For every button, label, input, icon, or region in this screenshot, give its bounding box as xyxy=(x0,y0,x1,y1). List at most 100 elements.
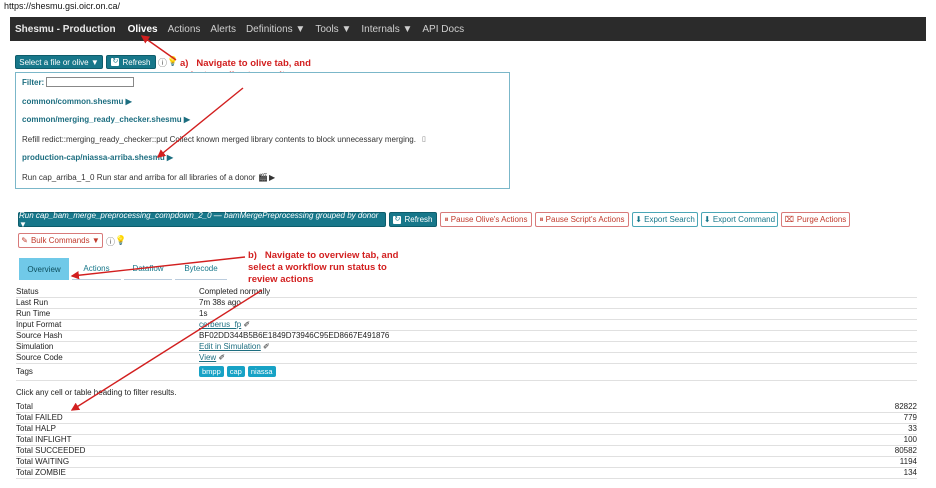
row-key: Source Code xyxy=(16,353,63,362)
stats-row[interactable]: Total 82822 xyxy=(16,402,917,413)
clapper-icon[interactable]: 🎬 xyxy=(258,173,268,182)
nav-actions[interactable]: Actions xyxy=(168,24,201,35)
doc-icon[interactable]: ▯ xyxy=(422,135,426,143)
table-row: Input Format cerberus_fp ✐ xyxy=(16,320,917,331)
bulk-commands-button[interactable]: ✎ Bulk Commands ▼ xyxy=(18,233,103,248)
row-value: 1s xyxy=(199,309,208,318)
olive-file-niassa-arriba[interactable]: production-cap/niassa-arriba.shesmu ▶ xyxy=(22,153,173,162)
olive-list-panel: Filter: common/common.shesmu ▶ common/me… xyxy=(15,72,510,189)
table-row: Last Run 7m 38s ago xyxy=(16,298,917,309)
olive-refill-entry[interactable]: Refill redict::merging_ready_checker::pu… xyxy=(22,135,416,144)
stats-count[interactable]: 80582 xyxy=(895,446,917,455)
stats-key[interactable]: Total FAILED xyxy=(16,413,63,422)
stats-key[interactable]: Total INFLIGHT xyxy=(16,435,72,444)
table-row: Source Hash BF02DD344B5B6E1849D73946C95E… xyxy=(16,331,917,342)
tag-badge[interactable]: bmpp xyxy=(199,366,224,377)
row-key: Run Time xyxy=(16,309,51,318)
olive-file-merging-ready-checker[interactable]: common/merging_ready_checker.shesmu ▶ xyxy=(22,115,190,124)
stats-count[interactable]: 100 xyxy=(904,435,917,444)
pencil-icon: ✎ xyxy=(21,236,28,245)
table-row: Run Time 1s xyxy=(16,309,917,320)
nav-tools[interactable]: Tools ▼ xyxy=(315,24,351,35)
row-key: Status xyxy=(16,287,39,296)
run-select-button[interactable]: Run cap_bam_merge_preprocessing_compdown… xyxy=(18,211,386,229)
info-icon[interactable]: ⓘ xyxy=(158,56,167,69)
bulb-icon-2[interactable]: 💡 xyxy=(115,235,126,246)
olive-run-arriba[interactable]: Run cap_arriba_1_0 Run star and arriba f… xyxy=(22,173,255,182)
table-row: Source Code View ✐ xyxy=(16,353,917,364)
top-navbar: Shesmu - Production Olives Actions Alert… xyxy=(10,17,926,41)
row-value: 7m 38s ago xyxy=(199,298,241,307)
table-row: Status Completed normally xyxy=(16,287,917,298)
row-value: BF02DD344B5B6E1849D73946C95ED8667E491876 xyxy=(199,331,390,340)
purge-actions-button[interactable]: ⌧ Purge Actions xyxy=(781,212,850,227)
brand-title[interactable]: Shesmu - Production xyxy=(15,24,116,35)
stats-key[interactable]: Total ZOMBIE xyxy=(16,468,66,477)
tag-badge[interactable]: cap xyxy=(226,366,245,377)
table-row: Simulation Edit in Simulation ✐ xyxy=(16,342,917,353)
stats-row[interactable]: Total FAILED 779 xyxy=(16,413,917,424)
bulb-icon[interactable]: 💡 xyxy=(167,56,178,67)
table-row: Tags bmpp cap niassa xyxy=(16,364,917,381)
export-search-button[interactable]: ⬇ Export Search xyxy=(632,212,698,227)
edit-icon[interactable]: ✐ xyxy=(263,342,270,351)
stats-count[interactable]: 1194 xyxy=(900,457,917,466)
row-key: Input Format xyxy=(16,320,62,329)
stats-row[interactable]: Total SUCCEEDED 80582 xyxy=(16,446,917,457)
edit-icon[interactable]: ✐ xyxy=(218,353,225,362)
tags-list: bmpp cap niassa xyxy=(199,366,279,377)
stats-key[interactable]: Total SUCCEEDED xyxy=(16,446,85,455)
stats-count[interactable]: 82822 xyxy=(895,402,917,411)
refresh-label: Refresh xyxy=(404,215,433,224)
olive-select-button[interactable]: Select a file or olive ▼ xyxy=(15,55,103,69)
nav-alerts[interactable]: Alerts xyxy=(210,24,236,35)
row-value: Completed normally xyxy=(199,287,271,296)
refresh-icon: ↻ xyxy=(111,58,120,66)
filter-input[interactable] xyxy=(46,77,134,87)
stats-row[interactable]: Total ZOMBIE 134 xyxy=(16,468,917,479)
pause-olive-button[interactable]: ⏸ Pause Olive's Actions xyxy=(440,212,532,227)
refresh-icon: ↻ xyxy=(393,215,402,224)
row-key: Simulation xyxy=(16,342,54,351)
tab-overview[interactable]: Overview xyxy=(19,258,69,280)
tab-actions[interactable]: Actions xyxy=(72,258,121,280)
info-icon-2[interactable]: ⓘ xyxy=(106,235,115,248)
refresh-button[interactable]: ↻ Refresh xyxy=(106,55,156,69)
simulation-link[interactable]: Edit in Simulation xyxy=(199,342,261,351)
stats-count[interactable]: 779 xyxy=(904,413,917,422)
stats-count[interactable]: 33 xyxy=(908,424,917,433)
input-format-link[interactable]: cerberus_fp xyxy=(199,320,241,329)
stats-key[interactable]: Total xyxy=(16,402,33,411)
row-key: Tags xyxy=(16,367,33,376)
tab-bytecode[interactable]: Bytecode xyxy=(175,258,227,280)
olive-file-common[interactable]: common/common.shesmu ▶ xyxy=(22,97,132,106)
url-text: https://shesmu.gsi.oicr.on.ca/ xyxy=(4,1,121,11)
stats-count[interactable]: 134 xyxy=(904,468,917,477)
nav-api-docs[interactable]: API Docs xyxy=(422,24,464,35)
purge-icon: ⌧ xyxy=(784,215,794,224)
tab-dataflow[interactable]: Dataflow xyxy=(124,258,172,280)
annotation-b: b) Navigate to overview tab, and select … xyxy=(248,250,399,285)
play-icon[interactable]: ▶ xyxy=(269,173,275,182)
row-key: Last Run xyxy=(16,298,49,307)
nav-definitions[interactable]: Definitions ▼ xyxy=(246,24,305,35)
bulk-label: Bulk Commands ▼ xyxy=(30,236,100,245)
filter-label: Filter: xyxy=(22,78,45,87)
nav-olives[interactable]: Olives xyxy=(128,24,158,35)
stats-row[interactable]: Total WAITING 1194 xyxy=(16,457,917,468)
source-code-link[interactable]: View xyxy=(199,353,216,362)
purge-label: Purge Actions xyxy=(796,215,847,224)
tag-badge[interactable]: niassa xyxy=(247,366,276,377)
refresh-label: Refresh xyxy=(122,57,151,67)
row-key: Source Hash xyxy=(16,331,63,340)
nav-internals[interactable]: Internals ▼ xyxy=(361,24,412,35)
stats-key[interactable]: Total WAITING xyxy=(16,457,69,466)
export-command-button[interactable]: ⬇ Export Command xyxy=(701,212,778,227)
run-refresh-button[interactable]: ↻ Refresh xyxy=(389,212,437,227)
filter-hint: Click any cell or table heading to filte… xyxy=(16,388,177,397)
stats-row[interactable]: Total INFLIGHT 100 xyxy=(16,435,917,446)
stats-row[interactable]: Total HALP 33 xyxy=(16,424,917,435)
edit-icon[interactable]: ✐ xyxy=(243,320,250,329)
stats-key[interactable]: Total HALP xyxy=(16,424,56,433)
pause-script-button[interactable]: ⏸ Pause Script's Actions xyxy=(535,212,629,227)
